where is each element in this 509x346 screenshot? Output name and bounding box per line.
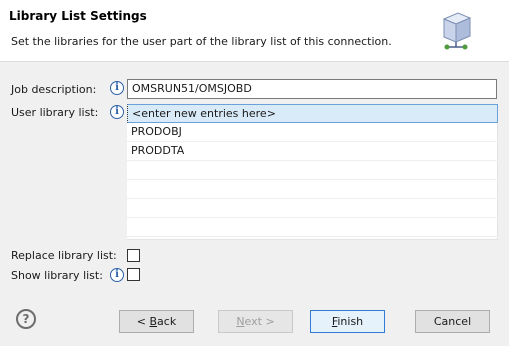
wizard-header: Library List Settings Set the libraries …: [0, 0, 509, 62]
help-icon[interactable]: ?: [16, 309, 36, 329]
user-library-list-info-icon[interactable]: i: [110, 105, 124, 119]
back-button-label: ack: [157, 315, 177, 328]
back-button[interactable]: < Back: [119, 310, 194, 333]
next-button-label: ext >: [244, 315, 275, 328]
library-entry-empty[interactable]: [127, 161, 498, 180]
library-entry-empty[interactable]: [127, 199, 498, 218]
finish-button[interactable]: Finish: [310, 310, 385, 333]
job-description-label: Job description:: [11, 83, 97, 96]
page-title: Library List Settings: [9, 9, 147, 23]
show-library-list-info-icon[interactable]: i: [110, 268, 124, 282]
back-button-mnemonic: B: [149, 315, 158, 328]
library-entry-new[interactable]: <enter new entries here>: [127, 104, 498, 123]
next-button-mnemonic: N: [236, 315, 245, 328]
library-entry[interactable]: PRODOBJ: [127, 123, 498, 142]
next-button[interactable]: Next >: [218, 310, 293, 333]
show-library-list-checkbox[interactable]: [127, 268, 140, 281]
show-library-list-label: Show library list:: [11, 269, 103, 282]
server-banner-icon: [442, 12, 472, 50]
page-description: Set the libraries for the user part of t…: [11, 35, 392, 48]
finish-button-label: inish: [337, 315, 364, 328]
job-description-field[interactable]: OMSRUN51/OMSJOBD: [127, 79, 497, 99]
library-entry-empty[interactable]: [127, 218, 498, 237]
cancel-button[interactable]: Cancel: [415, 310, 490, 333]
back-button-prefix: <: [136, 315, 150, 328]
user-library-list-label: User library list:: [11, 106, 99, 119]
library-entry-empty[interactable]: [127, 180, 498, 199]
job-description-info-icon[interactable]: i: [110, 81, 124, 95]
user-library-list-table[interactable]: <enter new entries here> PRODOBJ PRODDTA: [127, 104, 498, 240]
replace-library-list-label: Replace library list:: [11, 249, 117, 262]
replace-library-list-checkbox[interactable]: [127, 249, 140, 262]
library-entry[interactable]: PRODDTA: [127, 142, 498, 161]
